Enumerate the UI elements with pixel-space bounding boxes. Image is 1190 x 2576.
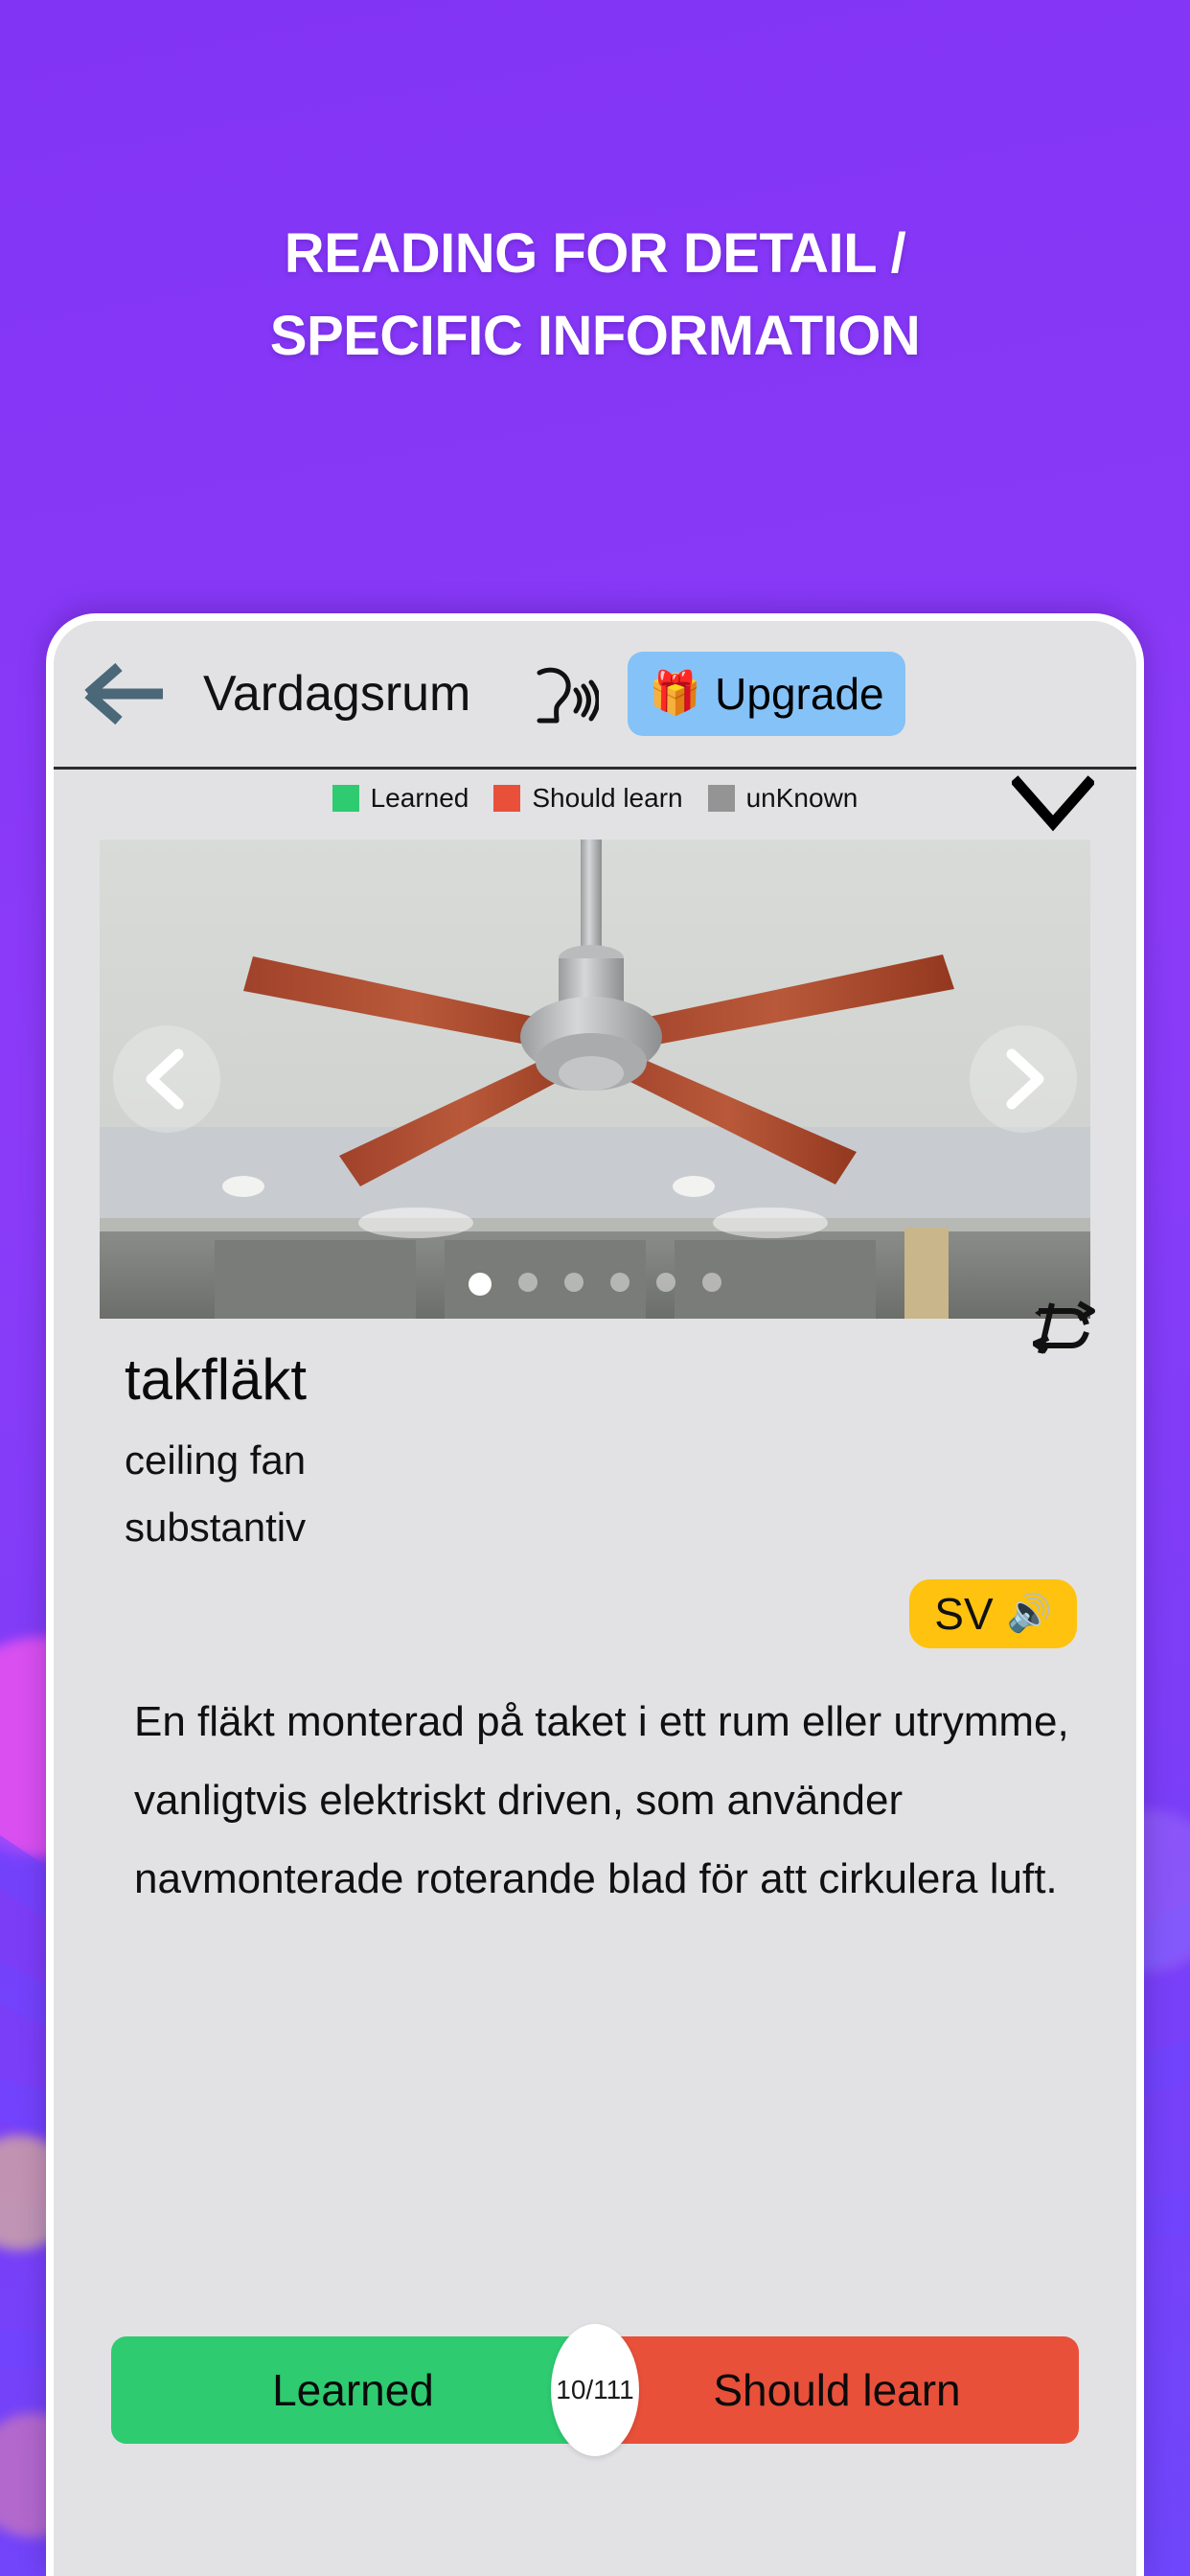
legend-label-learned: Learned xyxy=(370,782,469,813)
app-bar: Vardagsrum 🎁 Upgrade xyxy=(54,621,1136,767)
carousel-next-button[interactable] xyxy=(970,1025,1077,1133)
language-code-label: SV xyxy=(934,1589,994,1639)
page-title: READING FOR DETAIL / SPECIFIC INFORMATIO… xyxy=(0,213,1190,378)
carousel-prev-button[interactable] xyxy=(113,1025,220,1133)
carousel-dot[interactable] xyxy=(656,1273,675,1292)
shuffle-icon-glyph xyxy=(1032,1300,1095,1354)
status-legend: Learned Should learn unKnown xyxy=(54,767,1136,832)
collapse-toggle[interactable] xyxy=(1010,775,1096,833)
phone-mockup: Vardagsrum 🎁 Upgrade Learned Should lear… xyxy=(46,613,1144,2576)
legend-swatch-unknown xyxy=(707,784,735,812)
speaking-head-glyph xyxy=(537,667,600,724)
legend-swatch-should-learn xyxy=(493,784,521,812)
carousel-dot[interactable] xyxy=(702,1273,721,1292)
carousel-dot[interactable] xyxy=(469,1273,492,1296)
word-block: takfläkt ceiling fan substantiv xyxy=(54,1319,1136,1551)
legend-item-learned: Learned xyxy=(332,783,469,814)
learned-button-label: Learned xyxy=(272,2365,434,2415)
shuffle-button[interactable] xyxy=(1032,1296,1098,1361)
chevron-left-icon xyxy=(146,1048,184,1110)
should-learn-button-label: Should learn xyxy=(713,2365,961,2415)
chevron-down-icon xyxy=(1010,775,1096,832)
page-title-line-1: READING FOR DETAIL / xyxy=(284,222,906,285)
definition-text: En fläkt monterad på taket i ett rum ell… xyxy=(134,1698,1069,1902)
image-carousel[interactable] xyxy=(100,840,1090,1319)
speaking-head-icon[interactable] xyxy=(520,654,601,734)
upgrade-button-label: Upgrade xyxy=(715,669,884,719)
back-button[interactable] xyxy=(79,648,171,740)
legend-label-should-learn: Should learn xyxy=(532,782,683,813)
ceiling-fan-photo xyxy=(100,840,1090,1319)
legend-swatch-learned xyxy=(332,784,359,812)
part-of-speech: substantiv xyxy=(125,1505,307,1550)
carousel-dot[interactable] xyxy=(518,1273,538,1292)
page-title-line-2: SPECIFIC INFORMATION xyxy=(269,305,921,367)
learned-button[interactable]: Learned xyxy=(111,2336,595,2444)
chevron-right-icon xyxy=(1006,1048,1044,1110)
page-heading: Vardagsrum xyxy=(203,666,471,722)
speaker-icon: 🔊 xyxy=(1006,1594,1052,1634)
gift-icon: 🎁 xyxy=(649,670,702,717)
screenshot-root: READING FOR DETAIL / SPECIFIC INFORMATIO… xyxy=(0,0,1190,2576)
translation: ceiling fan xyxy=(125,1438,307,1483)
headword: takfläkt xyxy=(125,1347,308,1412)
should-learn-button[interactable]: Should learn xyxy=(595,2336,1079,2444)
arrow-left-icon xyxy=(84,662,163,725)
progress-badge: 10/111 xyxy=(551,2324,639,2456)
carousel-dot[interactable] xyxy=(610,1273,629,1292)
legend-item-unknown: unKnown xyxy=(707,782,858,814)
play-swedish-audio-button[interactable]: SV 🔊 xyxy=(909,1579,1077,1648)
upgrade-button[interactable]: 🎁 Upgrade xyxy=(628,652,905,736)
carousel-dots[interactable] xyxy=(100,1273,1090,1296)
legend-item-should-learn: Should learn xyxy=(493,782,683,814)
carousel-dot[interactable] xyxy=(564,1273,584,1292)
action-row: Learned Should learn 10/111 xyxy=(111,2324,1079,2456)
legend-label-unknown: unKnown xyxy=(745,782,858,813)
audio-row: SV 🔊 xyxy=(54,1568,1136,1660)
app-screen: Vardagsrum 🎁 Upgrade Learned Should lear… xyxy=(54,621,1136,2576)
